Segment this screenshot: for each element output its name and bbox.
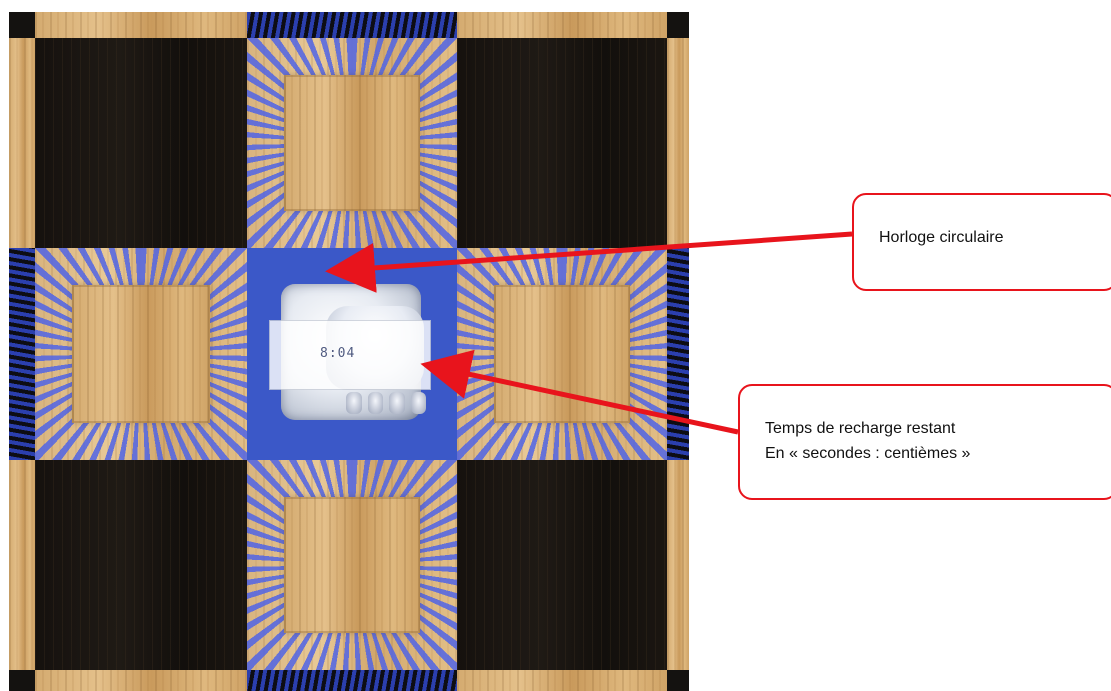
arrow-to-clock (325, 231, 853, 293)
callout-arrows (325, 231, 853, 435)
arrow-to-timer (420, 349, 739, 435)
